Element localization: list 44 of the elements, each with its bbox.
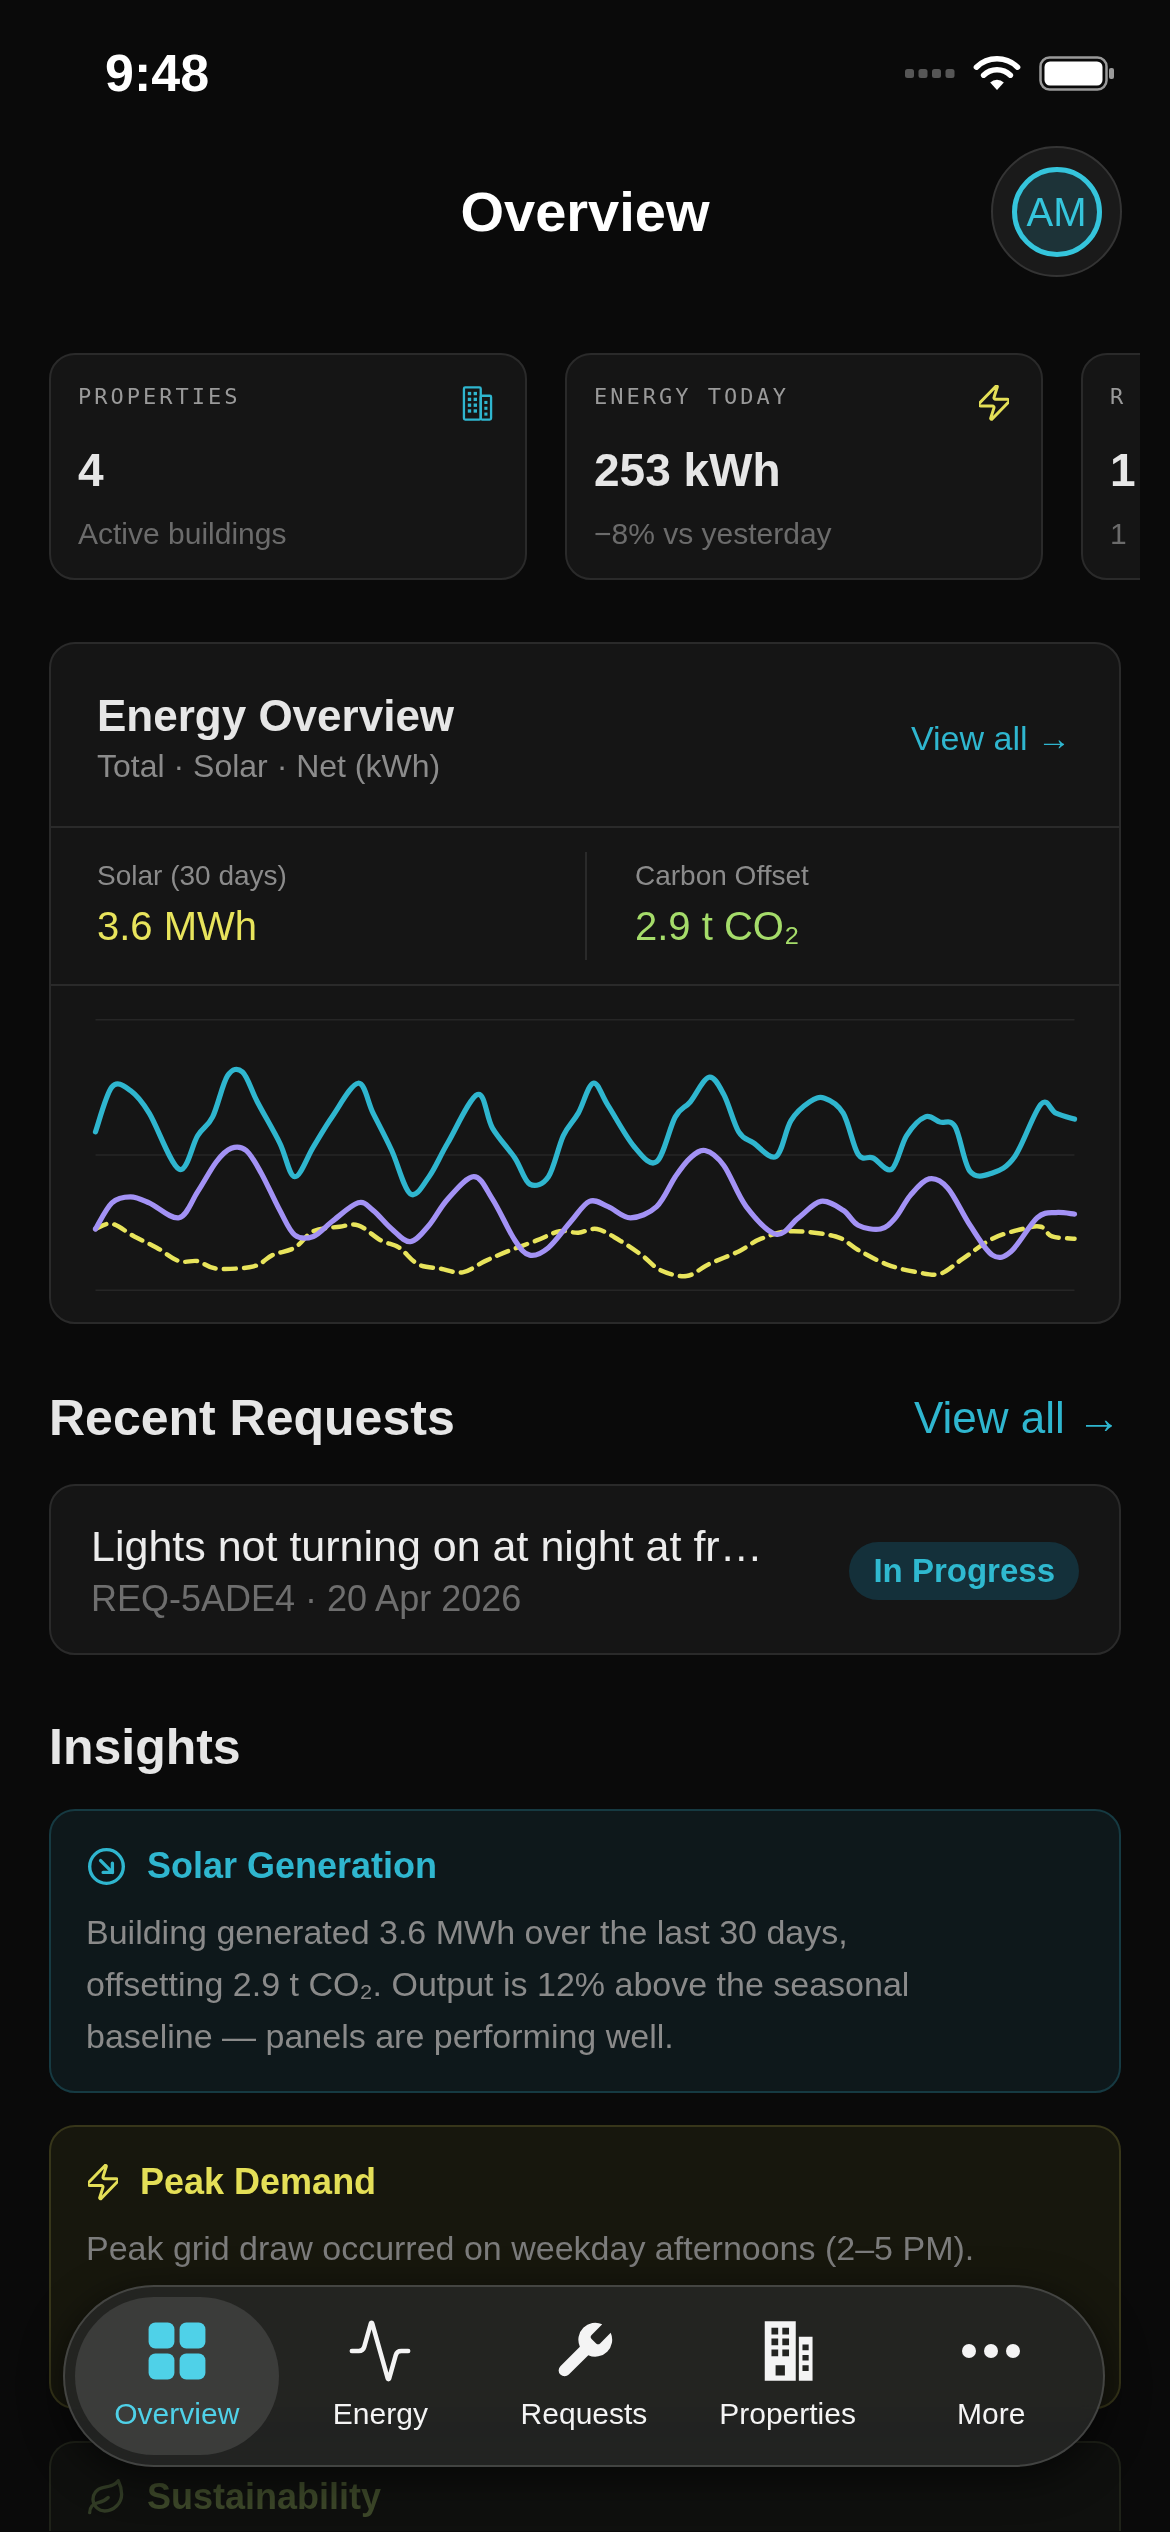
page-title: Overview xyxy=(460,178,710,245)
insight-body: Peak grid draw occurred on weekday afternoons (2–5 PM). xyxy=(86,2228,976,2269)
stat-value: 253 kWh xyxy=(594,443,781,498)
stat-caption: Active buildings xyxy=(78,516,287,552)
insight-title: Solar Generation xyxy=(147,1844,438,1888)
building-icon xyxy=(462,385,493,422)
request-card[interactable]: Lights not turning on at night at fr… REQ-5ADE4 · 20 Apr 2026 In Progress xyxy=(49,1484,1121,1655)
stat-label: Solar (30 days) xyxy=(97,859,287,893)
view-all-link[interactable]: View all → xyxy=(913,1391,1121,1445)
tab-button[interactable]: Overview xyxy=(75,2297,279,2455)
battery-icon xyxy=(1039,55,1115,91)
bolt-icon xyxy=(88,2163,118,2201)
leaf-icon xyxy=(88,2478,125,2516)
card-subtitle: Total · Solar · Net (kWh) xyxy=(97,747,441,786)
status-time: 9:48 xyxy=(105,47,210,99)
request-title: Lights not turning on at night at fr… xyxy=(91,1521,763,1571)
request-meta: REQ-5ADE4 · 20 Apr 2026 xyxy=(91,1577,522,1621)
signal-icon xyxy=(905,67,955,79)
insight-body: Building generated 3.6 MWh over the last 30 days, offsetting 2.9 t CO₂. Output is 12% above the seasonal baseline — panels are performing well. xyxy=(86,1912,911,2057)
insight-title: Peak Demand xyxy=(140,2160,377,2204)
tab-button[interactable]: Properties xyxy=(685,2297,890,2455)
avatar-button[interactable]: AM xyxy=(991,146,1122,277)
more-icon xyxy=(960,2341,1023,2361)
stat-value: 4 xyxy=(78,443,104,498)
card-title: Energy Overview xyxy=(97,690,455,742)
tab-button[interactable]: More xyxy=(889,2297,1093,2455)
stat-caption: 1 xyxy=(1110,516,1127,552)
stat-caption: −8% vs yesterday xyxy=(594,516,832,552)
section-title: Recent Requests xyxy=(49,1389,455,1448)
stat-value: 1 xyxy=(1110,443,1136,498)
stat-label: R xyxy=(1110,383,1127,411)
stat-value: 2.9 t CO₂ xyxy=(635,903,800,950)
wifi-icon xyxy=(973,55,1021,91)
stat-label: PROPERTIES xyxy=(78,383,241,411)
tab-button[interactable]: Requests xyxy=(482,2297,686,2455)
status-badge: In Progress xyxy=(849,1542,1079,1600)
view-all-link[interactable]: View all → xyxy=(911,717,1071,759)
stat-label: ENERGY TODAY xyxy=(594,383,789,411)
stat-label: Carbon Offset xyxy=(635,859,809,893)
pulse-icon xyxy=(349,2320,412,2382)
bolt-icon xyxy=(979,385,1009,421)
section-title: Insights xyxy=(49,1718,241,1777)
tab-button[interactable]: Energy xyxy=(278,2297,483,2455)
stat-value: 3.6 MWh xyxy=(97,903,258,950)
